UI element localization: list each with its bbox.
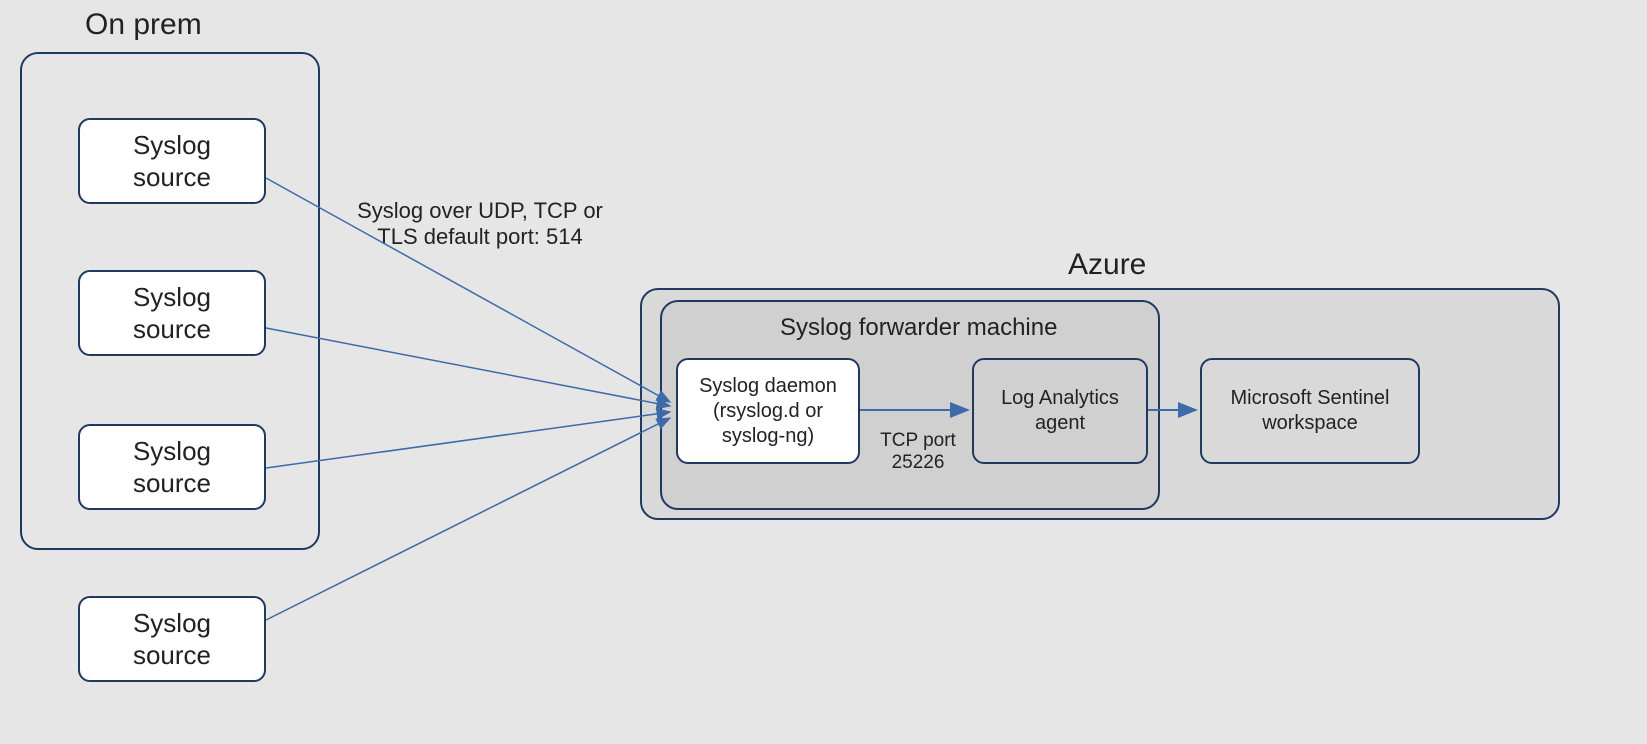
forwarder-title: Syslog forwarder machine xyxy=(780,314,1057,342)
syslog-source-1: Syslog source xyxy=(78,118,266,204)
syslog-source-3: Syslog source xyxy=(78,424,266,510)
tcp-port-label: TCP port 25226 xyxy=(868,430,968,474)
onprem-title: On prem xyxy=(85,8,202,42)
log-analytics-agent-box: Log Analytics agent xyxy=(972,358,1148,464)
azure-title: Azure xyxy=(1068,248,1146,282)
sentinel-workspace-box: Microsoft Sentinel workspace xyxy=(1200,358,1420,464)
syslog-source-4: Syslog source xyxy=(78,596,266,682)
syslog-protocol-label: Syslog over UDP, TCP or TLS default port… xyxy=(335,198,625,250)
syslog-source-2: Syslog source xyxy=(78,270,266,356)
syslog-daemon-box: Syslog daemon (rsyslog.d or syslog-ng) xyxy=(676,358,860,464)
